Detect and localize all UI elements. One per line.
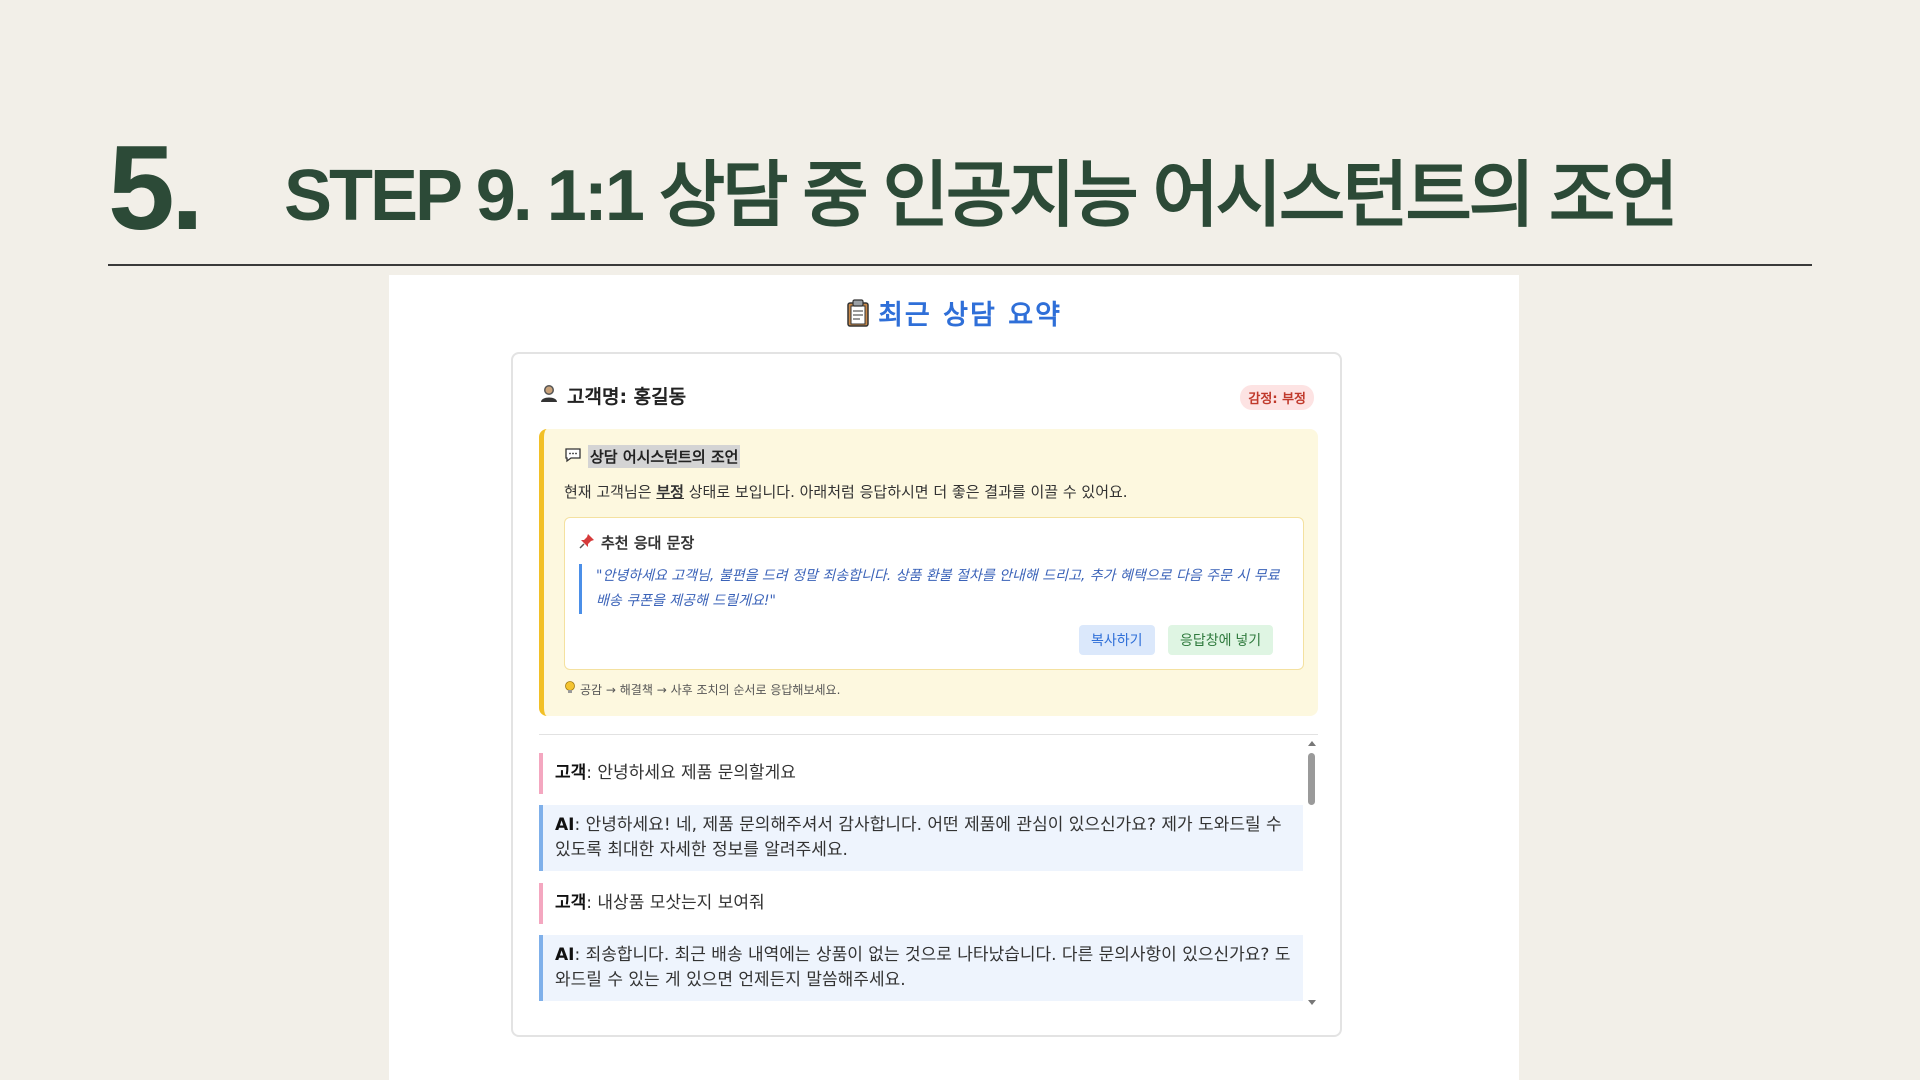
chat-message-ai: AI: 안녕하세요! 네, 제품 문의해주셔서 감사합니다. 어떤 제품에 관심… [539, 805, 1303, 871]
slide-title: STEP 9. 1:1 상담 중 인공지능 어시스턴트의 조언 [284, 156, 1678, 236]
scrollbar-thumb[interactable] [1308, 753, 1315, 805]
slide-number: 5. [108, 121, 204, 255]
assistant-advice-box: 상담 어시스턴트의 조언 현재 고객님은 부정 상태로 보입니다. 아래처럼 응… [539, 429, 1318, 716]
panel-title: 최근 상담 요약 [389, 293, 1519, 334]
scroll-down-arrow-icon[interactable] [1308, 1000, 1316, 1005]
chat-history[interactable]: 고객: 안녕하세요 제품 문의할게요 AI: 안녕하세요! 네, 제품 문의해주… [539, 735, 1318, 1005]
emotion-badge: 감정: 부정 [1240, 385, 1314, 410]
message-text: : 안녕하세요! 네, 제품 문의해주셔서 감사합니다. 어떤 제품에 관심이 … [555, 815, 1282, 860]
chat-message-customer: 고객: 내상품 모삿는지 보여줘 [539, 883, 1303, 924]
advice-tip: 공감 → 해결책 → 사후 조치의 순서로 응답해보세요. [564, 681, 840, 698]
panel-title-text: 최근 상담 요약 [878, 300, 1062, 331]
speaker-label: AI [555, 815, 575, 835]
speaker-label: 고객 [555, 763, 587, 783]
advice-text-prefix: 현재 고객님은 [564, 483, 657, 501]
recommend-heading-label: 추천 응대 문장 [601, 534, 695, 552]
chat-message-customer: 고객: 안녕하세요 제품 문의할게요 [539, 753, 1303, 794]
speaker-label: 고객 [555, 893, 587, 913]
consultation-panel: 최근 상담 요약 고객명: 홍길동 감정: 부정 상담 어시스턴트의 조언 현재… [389, 275, 1519, 1080]
copy-button[interactable]: 복사하기 [1079, 625, 1155, 655]
clipboard-icon [846, 299, 870, 334]
summary-card: 고객명: 홍길동 감정: 부정 상담 어시스턴트의 조언 현재 고객님은 부정 … [511, 352, 1342, 1037]
chat-message-ai: AI: 죄송합니다. 최근 배송 내역에는 상품이 없는 것으로 나타났습니다.… [539, 935, 1303, 1001]
advice-heading-label: 상담 어시스턴트의 조언 [588, 445, 741, 468]
advice-text-suffix: 상태로 보입니다. 아래처럼 응답하시면 더 좋은 결과를 이끌 수 있어요. [683, 483, 1128, 501]
advice-tip-text: 공감 → 해결책 → 사후 조치의 순서로 응답해보세요. [580, 683, 841, 697]
message-text: : 안녕하세요 제품 문의할게요 [586, 763, 796, 783]
chat-scrollbar[interactable] [1306, 735, 1318, 1005]
insert-response-button[interactable]: 응답창에 넣기 [1168, 625, 1274, 655]
customer-name: 고객명: 홍길동 [539, 382, 686, 409]
slide-header: 5. STEP 9. 1:1 상담 중 인공지능 어시스턴트의 조언 [108, 128, 1812, 266]
person-icon [539, 383, 559, 408]
message-text: : 죄송합니다. 최근 배송 내역에는 상품이 없는 것으로 나타났습니다. 다… [555, 945, 1291, 990]
speech-bubble-icon [564, 447, 582, 467]
lightbulb-icon [564, 681, 576, 698]
header-divider [108, 264, 1812, 266]
customer-row: 고객명: 홍길동 감정: 부정 [539, 382, 1314, 412]
pushpin-icon [579, 533, 595, 553]
recommended-quote: "안녕하세요 고객님, 불편을 드려 정말 죄송합니다. 상품 환불 절차를 안… [579, 564, 1291, 614]
customer-name-label: 고객명: 홍길동 [567, 386, 687, 408]
advice-text: 현재 고객님은 부정 상태로 보입니다. 아래처럼 응답하시면 더 좋은 결과를… [564, 481, 1128, 502]
recommended-response-box: 추천 응대 문장 "안녕하세요 고객님, 불편을 드려 정말 죄송합니다. 상품… [564, 517, 1304, 670]
recommend-heading: 추천 응대 문장 [579, 532, 694, 553]
advice-emotion: 부정 [656, 483, 684, 501]
speaker-label: AI [555, 945, 575, 965]
scroll-up-arrow-icon[interactable] [1308, 741, 1316, 746]
message-text: : 내상품 모삿는지 보여줘 [586, 893, 765, 913]
advice-heading: 상담 어시스턴트의 조언 [564, 445, 741, 468]
